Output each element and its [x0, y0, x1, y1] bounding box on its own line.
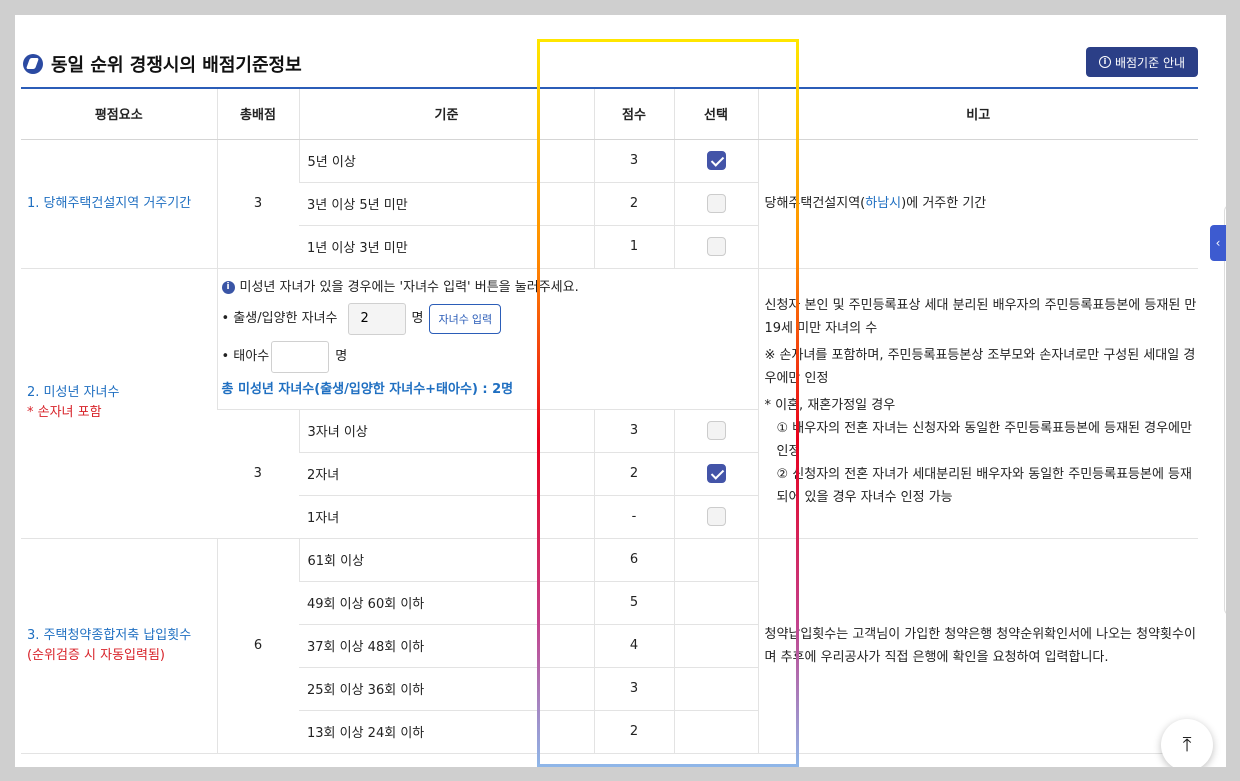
header-select: 선택 — [673, 87, 758, 140]
factor-residence: 1. 당해주택건설지역 거주기간 — [21, 139, 217, 269]
select-cell — [673, 225, 758, 269]
info-circle-icon: i — [1098, 56, 1111, 68]
chevron-left-icon[interactable]: ‹ — [1210, 225, 1226, 261]
table-row: 2. 미성년 자녀수 * 손자녀 포함 i 미성년 자녀가 있을 경우에는 '자… — [21, 268, 1198, 539]
birth-count-label: • 출생/입양한 자녀수 — [221, 310, 338, 326]
child-count-input-button[interactable]: 자녀수 입력 — [429, 303, 502, 334]
criterion: 37회 이상 48회 이하 — [299, 624, 594, 668]
select-cell — [673, 495, 758, 539]
note-text: 당해주택건설지역( — [764, 196, 866, 211]
page-title: 동일 순위 경쟁시의 배점기준정보 — [51, 55, 302, 76]
note-line: 신청자 본인 및 주민등록표상 세대 분리된 배우자의 주민등록표등본에 등재된… — [764, 297, 1197, 336]
score: 2 — [593, 182, 674, 226]
header-total: 총배점 — [216, 87, 299, 140]
criterion: 1자녀 — [299, 495, 594, 539]
factor-children-sub: * 손자녀 포함 — [27, 405, 102, 420]
select-cell — [673, 452, 758, 496]
score: 5 — [593, 581, 674, 625]
scoring-table: 평점요소 총배점 기준 점수 선택 비고 1. 당해주택건설지역 거주기간 3 … — [21, 87, 1198, 754]
total-score: 6 — [216, 538, 299, 754]
criterion: 5년 이상 — [298, 139, 594, 183]
page: 동일 순위 경쟁시의 배점기준정보 i 배점기준 안내 평점요소 총배점 기준 … — [15, 15, 1226, 767]
fetus-count-input[interactable] — [271, 340, 330, 373]
unit-label: 명 — [411, 310, 424, 326]
criterion: 13회 이상 24회 이하 — [299, 710, 594, 754]
section-title: 동일 순위 경쟁시의 배점기준정보 — [23, 49, 302, 79]
checkbox[interactable] — [706, 421, 726, 440]
unit-label: 명 — [335, 348, 348, 364]
checkbox[interactable] — [706, 507, 726, 526]
score: 2 — [593, 710, 674, 754]
table-header-row: 평점요소 총배점 기준 점수 선택 비고 — [21, 87, 1198, 140]
arrow-up-to-top-icon[interactable]: ⤒ — [1161, 719, 1213, 767]
score: - — [593, 495, 674, 539]
score: 3 — [593, 409, 674, 453]
criterion: 2자녀 — [299, 452, 594, 496]
table-row: 1. 당해주택건설지역 거주기간 3 5년 이상 3 당해주택건설지역(하남시)… — [21, 139, 1198, 269]
score: 3 — [593, 667, 674, 711]
total-score: 3 — [216, 139, 299, 269]
factor-children: 2. 미성년 자녀수 * 손자녀 포함 — [21, 268, 217, 539]
note-children: 신청자 본인 및 주민등록표상 세대 분리된 배우자의 주민등록표등본에 등재된… — [757, 268, 1198, 539]
select-cell — [673, 667, 758, 711]
select-cell — [673, 710, 758, 754]
note-text: )에 거주한 기간 — [901, 196, 987, 211]
note-line: ① 배우자의 전혼 자녀는 신청자와 동일한 주민등록표등본에 등재된 경우에만… — [776, 420, 1192, 459]
total-children-text: 총 미성년 자녀수(출생/입양한 자녀수+태아수) : 2명 — [221, 381, 514, 397]
note-city: 하남시 — [865, 196, 902, 211]
score: 6 — [593, 538, 674, 582]
factor-children-label: 2. 미성년 자녀수 — [27, 385, 120, 400]
score: 1 — [593, 225, 674, 269]
note-line: ② 신청자의 전혼 자녀가 세대분리된 배우자와 동일한 주민등록표등본에 등재… — [776, 466, 1192, 505]
child-input-area: i 미성년 자녀가 있을 경우에는 '자녀수 입력' 버튼을 눌러주세요. • … — [216, 268, 758, 410]
fetus-count-label: • 태아수 — [221, 348, 270, 364]
criterion: 3년 이상 5년 미만 — [299, 182, 594, 226]
criterion: 1년 이상 3년 미만 — [299, 225, 594, 269]
scoring-guide-button[interactable]: i 배점기준 안내 — [1086, 47, 1198, 77]
checkbox-checked[interactable] — [706, 151, 726, 170]
side-panel-edge — [1224, 205, 1226, 615]
header-score: 점수 — [593, 87, 674, 140]
note-savings: 청약납입횟수는 고객님이 가입한 청약은행 청약순위확인서에 나오는 청약횟수이… — [757, 538, 1198, 754]
header-note: 비고 — [757, 87, 1198, 140]
criterion: 49회 이상 60회 이하 — [299, 581, 594, 625]
criterion: 61회 이상 — [298, 538, 594, 582]
info-icon: i — [221, 281, 235, 294]
criterion: 3자녀 이상 — [298, 409, 594, 453]
select-cell — [673, 624, 758, 668]
scoring-guide-label: 배점기준 안내 — [1114, 55, 1186, 70]
checkbox[interactable] — [706, 237, 726, 256]
note-residence: 당해주택건설지역(하남시)에 거주한 기간 — [757, 139, 1198, 269]
criterion: 25회 이상 36회 이하 — [299, 667, 594, 711]
factor-savings-sub: (순위검증 시 자동입력됨) — [27, 647, 166, 663]
note-line: ※ 손자녀를 포함하며, 주민등록표등본상 조부모와 손자녀로만 구성된 세대일… — [764, 347, 1196, 386]
header-criterion: 기준 — [298, 87, 594, 140]
table-row: 3. 주택청약종합저축 납입횟수 (순위검증 시 자동입력됨) 6 61회 이상… — [21, 538, 1198, 754]
checkbox-checked[interactable] — [706, 464, 726, 483]
select-cell — [673, 409, 758, 453]
score: 4 — [593, 624, 674, 668]
select-cell — [673, 139, 758, 183]
score: 2 — [593, 452, 674, 496]
total-score: 3 — [217, 409, 299, 539]
score: 3 — [593, 139, 674, 183]
factor-savings-label: 3. 주택청약종합저축 납입횟수 — [27, 627, 192, 643]
child-info-text: 미성년 자녀가 있을 경우에는 '자녀수 입력' 버튼을 눌러주세요. — [239, 279, 579, 295]
header-factor: 평점요소 — [21, 87, 217, 140]
birth-count-input[interactable] — [347, 302, 406, 335]
select-cell — [673, 581, 758, 625]
checkbox[interactable] — [706, 194, 726, 213]
factor-savings: 3. 주택청약종합저축 납입횟수 (순위검증 시 자동입력됨) — [21, 538, 217, 754]
title-logo-icon — [23, 54, 43, 74]
select-cell — [673, 182, 758, 226]
select-cell — [673, 538, 758, 582]
note-line: * 이혼, 재혼가정일 경우 — [764, 397, 896, 413]
